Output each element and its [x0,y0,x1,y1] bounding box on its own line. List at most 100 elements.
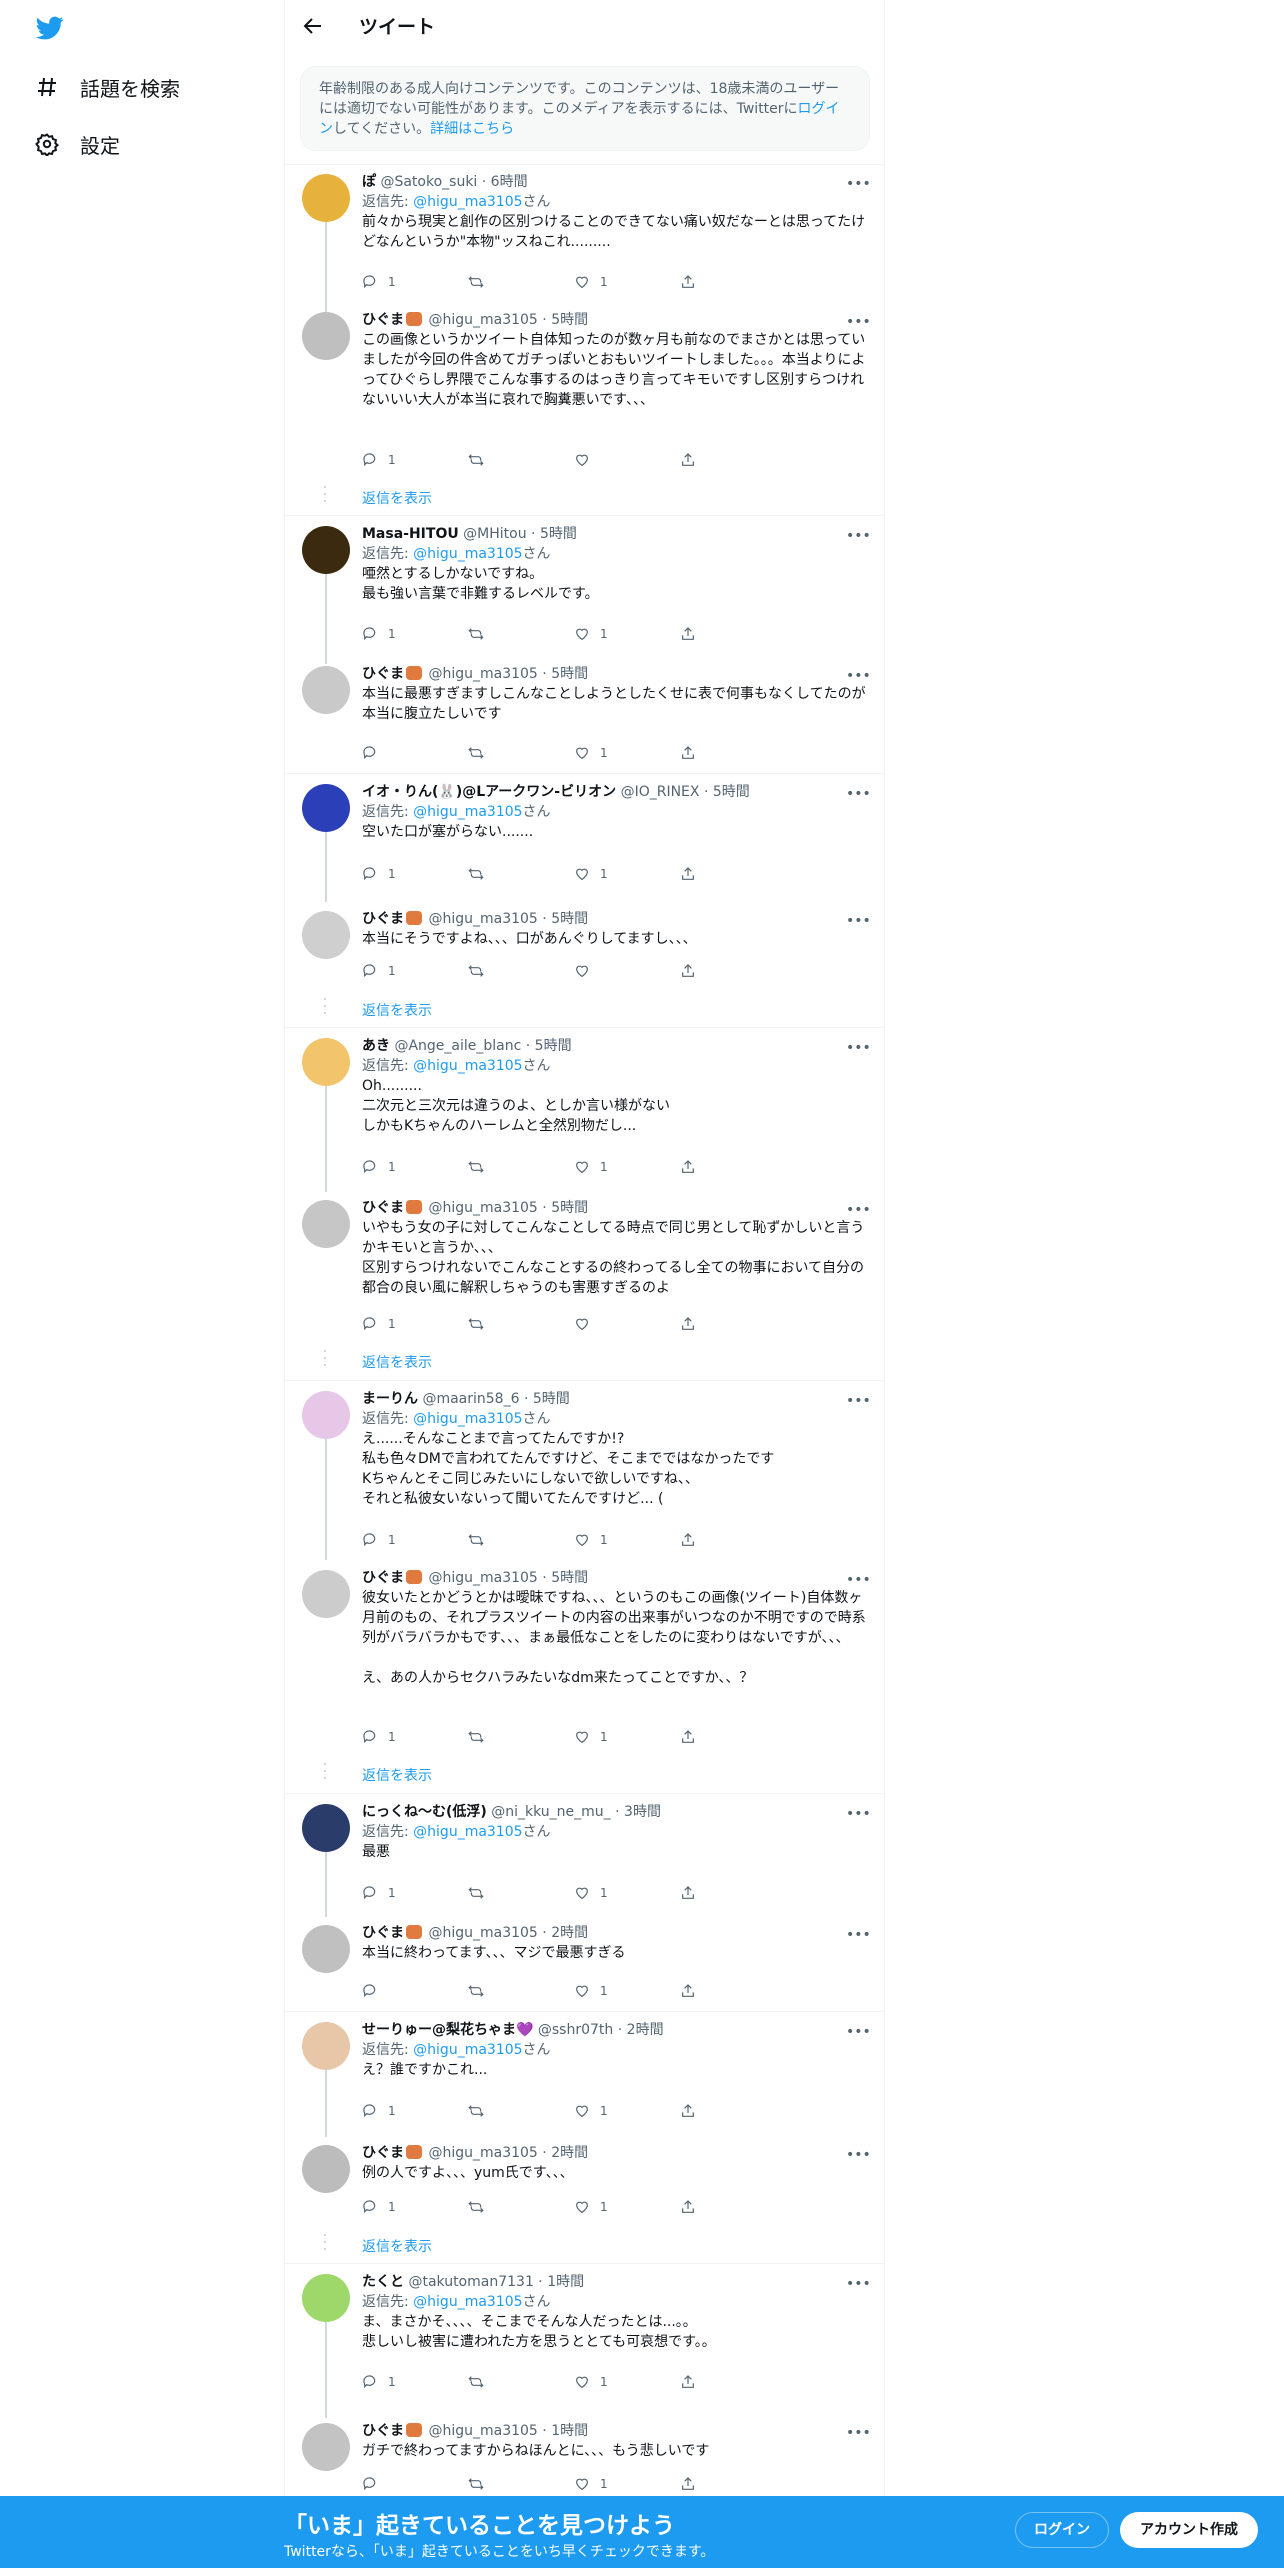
retweet-button[interactable] [468,2372,574,2392]
show-replies-link[interactable]: 返信を表示 [362,1352,432,1372]
display-name[interactable]: あき [362,1038,390,1054]
like-button[interactable]: 1 [574,2101,680,2121]
tweet[interactable]: せーりゅー@梨花ちゃま💜 @sshr07th · 2時間 返信先: @higu_m… [362,2020,870,2080]
mention-link[interactable]: @higu_ma3105 [413,804,522,820]
reply-button[interactable]: 1 [362,624,468,644]
tweet[interactable]: ひぐま @higu_ma3105 · 5時間 本当に最悪すぎますしこんなことしよう… [362,664,870,724]
like-button[interactable] [574,450,680,470]
share-button[interactable] [680,961,786,981]
display-name[interactable]: せーりゅー@梨花ちゃま💜 [362,2022,533,2038]
tweet[interactable]: ひぐま @higu_ma3105 · 5時間 この画像というかツイート自体知ったの… [362,310,870,410]
avatar[interactable] [302,2022,350,2070]
handle[interactable]: @Satoko_suki [380,174,477,190]
timestamp[interactable]: 5時間 [535,1038,572,1054]
handle[interactable]: @higu_ma3105 [428,1200,537,1216]
like-button[interactable] [574,961,680,981]
retweet-button[interactable] [468,1314,574,1334]
share-button[interactable] [680,743,786,763]
display-name[interactable]: ひぐま [362,1925,404,1941]
mention-link[interactable]: @higu_ma3105 [413,546,522,562]
like-button[interactable]: 1 [574,743,680,763]
retweet-button[interactable] [468,2197,574,2217]
handle[interactable]: @higu_ma3105 [428,2423,537,2439]
share-button[interactable] [680,624,786,644]
display-name[interactable]: ぽ [362,174,376,190]
timestamp[interactable]: 5時間 [551,911,588,927]
timestamp[interactable]: 1時間 [551,2423,588,2439]
share-button[interactable] [680,1314,786,1334]
tweet[interactable]: ひぐま @higu_ma3105 · 2時間 本当に終わってます、、、マジで最悪す… [362,1923,870,1963]
retweet-button[interactable] [468,272,574,292]
avatar[interactable] [302,1391,350,1439]
mention-link[interactable]: @higu_ma3105 [413,2294,522,2310]
retweet-button[interactable] [468,1883,574,1903]
tweet[interactable]: ひぐま @higu_ma3105 · 5時間 彼女いたとかどうとかは曖昧ですね、、… [362,1568,870,1688]
share-button[interactable] [680,2101,786,2121]
like-button[interactable]: 1 [574,1883,680,1903]
reply-button[interactable]: 1 [362,1883,468,1903]
avatar[interactable] [302,2423,350,2471]
share-button[interactable] [680,1157,786,1177]
reply-button[interactable] [362,2474,468,2494]
reply-button[interactable] [362,1981,468,2001]
avatar[interactable] [302,911,350,959]
share-button[interactable] [680,450,786,470]
reply-button[interactable] [362,743,468,763]
display-name[interactable]: イオ・りん(🐰)@Lアークワン-ビリオン [362,784,616,800]
tweet[interactable]: ひぐま @higu_ma3105 · 1時間 ガチで終わってますからねほんとに、、… [362,2421,870,2461]
timestamp[interactable]: 2時間 [551,2145,588,2161]
tweet[interactable]: まーりん @maarin58_6 · 5時間 返信先: @higu_ma3105さ… [362,1389,870,1509]
like-button[interactable]: 1 [574,272,680,292]
share-button[interactable] [680,2197,786,2217]
retweet-button[interactable] [468,1157,574,1177]
avatar[interactable] [302,2145,350,2193]
tweet[interactable]: あき @Ange_aile_blanc · 5時間 返信先: @higu_ma31… [362,1036,870,1136]
share-button[interactable] [680,1981,786,2001]
like-button[interactable]: 1 [574,1157,680,1177]
show-replies-link[interactable]: 返信を表示 [362,2236,432,2256]
share-button[interactable] [680,864,786,884]
retweet-button[interactable] [468,624,574,644]
timestamp[interactable]: 5時間 [533,1391,570,1407]
avatar[interactable] [302,1200,350,1248]
handle[interactable]: @higu_ma3105 [428,911,537,927]
reply-button[interactable]: 1 [362,864,468,884]
like-button[interactable] [574,1314,680,1334]
reply-button[interactable]: 1 [362,961,468,981]
timestamp[interactable]: 5時間 [540,526,577,542]
display-name[interactable]: たくと [362,2274,404,2290]
handle[interactable]: @higu_ma3105 [428,2145,537,2161]
nav-explore[interactable]: 話題を検索 [34,69,180,105]
show-replies-link[interactable]: 返信を表示 [362,1000,432,1020]
retweet-button[interactable] [468,743,574,763]
handle[interactable]: @takutoman7131 [408,2274,533,2290]
reply-button[interactable]: 1 [362,2372,468,2392]
tweet[interactable]: たくと @takutoman7131 · 1時間 返信先: @higu_ma310… [362,2272,870,2352]
display-name[interactable]: ひぐま [362,911,404,927]
like-button[interactable]: 1 [574,2474,680,2494]
display-name[interactable]: Masa-HITOU [362,526,459,542]
handle[interactable]: @higu_ma3105 [428,666,537,682]
reply-button[interactable]: 1 [362,272,468,292]
avatar[interactable] [302,1925,350,1973]
tweet[interactable]: ぽ @Satoko_suki · 6時間 返信先: @higu_ma3105さん前… [362,172,870,252]
nav-settings[interactable]: 設定 [34,126,120,162]
share-button[interactable] [680,1727,786,1747]
mention-link[interactable]: @higu_ma3105 [413,194,522,210]
display-name[interactable]: ひぐま [362,2423,404,2439]
like-button[interactable]: 1 [574,624,680,644]
handle[interactable]: @higu_ma3105 [428,312,537,328]
display-name[interactable]: ひぐま [362,1570,404,1586]
timestamp[interactable]: 5時間 [551,1570,588,1586]
tweet[interactable]: ひぐま @higu_ma3105 · 5時間 いやもう女の子に対してこんなことして… [362,1198,870,1298]
avatar[interactable] [302,1804,350,1852]
like-button[interactable]: 1 [574,1727,680,1747]
display-name[interactable]: ひぐま [362,312,404,328]
share-button[interactable] [680,1530,786,1550]
like-button[interactable]: 1 [574,2197,680,2217]
share-button[interactable] [680,272,786,292]
handle[interactable]: @higu_ma3105 [428,1570,537,1586]
notice-details-link[interactable]: 詳細はこちら [430,121,514,137]
handle[interactable]: @IO_RINEX [621,784,700,800]
tweet[interactable]: にっくね〜む(低浮) @ni_kku_ne_mu_ · 3時間 返信先: @hig… [362,1802,870,1862]
